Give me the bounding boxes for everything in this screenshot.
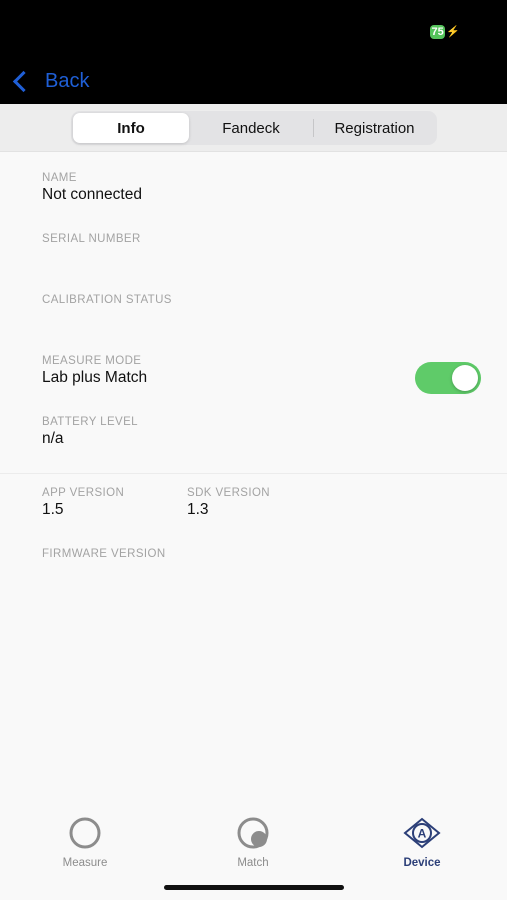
segment-fandeck[interactable]: Fandeck xyxy=(189,113,313,143)
serial-number-field: SERIAL NUMBER xyxy=(42,233,141,247)
segmented-control: Info Fandeck Registration xyxy=(71,111,437,145)
home-indicator xyxy=(164,885,344,890)
match-icon xyxy=(237,817,269,849)
sdk-version-value: 1.3 xyxy=(187,501,209,518)
battery-level-value: n/a xyxy=(42,430,64,447)
chevron-left-icon xyxy=(12,70,35,92)
tab-device-label: Device xyxy=(403,857,441,869)
charging-bolt-icon: ⚡ xyxy=(446,26,460,38)
measure-mode-value: Lab plus Match xyxy=(42,369,148,386)
section-divider xyxy=(0,473,507,474)
battery-level-label: BATTERY LEVEL xyxy=(42,416,138,428)
device-icon: A xyxy=(403,817,441,849)
app-version-label: APP VERSION xyxy=(42,487,125,499)
measure-mode-field: MEASURE MODE Lab plus Match xyxy=(42,355,147,387)
back-button[interactable]: Back xyxy=(10,68,89,94)
battery-level-field: BATTERY LEVEL n/a xyxy=(42,416,138,448)
calibration-status-label: CALIBRATION STATUS xyxy=(42,294,172,306)
svg-text:A: A xyxy=(418,827,427,841)
tab-device[interactable]: A Device xyxy=(377,816,467,869)
tab-match[interactable]: Match xyxy=(208,816,298,869)
tab-measure[interactable]: Measure xyxy=(40,816,130,869)
tab-measure-label: Measure xyxy=(62,857,108,869)
name-label: NAME xyxy=(42,172,77,184)
top-bar: 75 ⚡ Back xyxy=(0,0,507,104)
segment-fandeck-label: Fandeck xyxy=(222,119,280,137)
measure-icon xyxy=(69,817,101,849)
sdk-version-label: SDK VERSION xyxy=(187,487,271,499)
name-value: Not connected xyxy=(42,186,142,203)
tab-bar: Measure Match A Device xyxy=(0,810,507,880)
segment-info-label: Info xyxy=(117,119,145,137)
measure-mode-toggle[interactable] xyxy=(415,362,481,394)
sdk-version-field: SDK VERSION 1.3 xyxy=(187,487,270,519)
measure-mode-label: MEASURE MODE xyxy=(42,355,142,367)
back-label: Back xyxy=(45,69,90,92)
app-version-value: 1.5 xyxy=(42,501,64,518)
serial-number-label: SERIAL NUMBER xyxy=(42,233,141,245)
battery-indicator: 75 ⚡ xyxy=(430,24,460,39)
toggle-knob xyxy=(452,365,478,391)
app-version-field: APP VERSION 1.5 xyxy=(42,487,124,519)
segment-info[interactable]: Info xyxy=(73,113,189,143)
calibration-status-field: CALIBRATION STATUS xyxy=(42,294,172,308)
tab-match-label: Match xyxy=(237,857,269,869)
battery-level: 75 xyxy=(430,24,446,39)
segment-registration[interactable]: Registration xyxy=(314,113,435,143)
firmware-version-field: FIRMWARE VERSION xyxy=(42,548,166,562)
firmware-version-label: FIRMWARE VERSION xyxy=(42,548,166,560)
name-field: NAME Not connected xyxy=(42,172,142,204)
segment-registration-label: Registration xyxy=(334,119,415,137)
segment-bar: Info Fandeck Registration xyxy=(0,104,507,152)
